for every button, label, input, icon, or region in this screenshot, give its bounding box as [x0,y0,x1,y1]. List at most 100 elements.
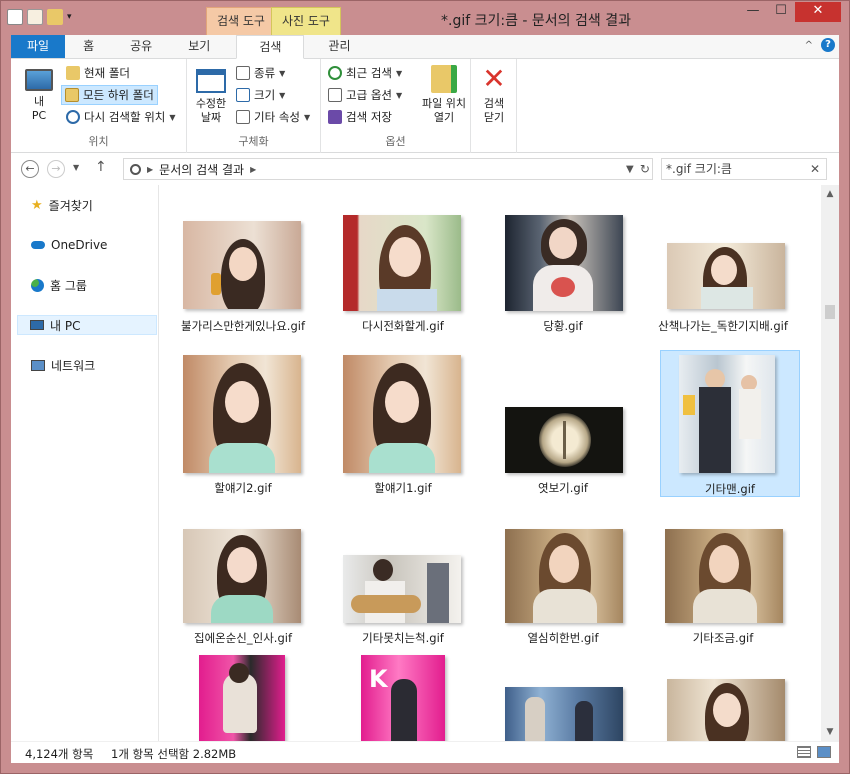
computer-icon [25,69,53,91]
close-search-icon: ✕ [482,62,506,95]
date-modified-button[interactable]: 수정한 날짜 [191,65,231,125]
explorer-window: ▾ 검색 도구 사진 도구 *.gif 크기:큼 - 문서의 검색 결과 — ☐… [0,0,850,774]
title-bar[interactable]: ▾ 검색 도구 사진 도구 *.gif 크기:큼 - 문서의 검색 결과 — ☐… [1,1,849,35]
thumbnail-image [505,687,623,741]
this-pc-button[interactable]: 내 PC [21,65,57,123]
context-tab-photo-tools: 사진 도구 [271,7,341,35]
address-bar[interactable]: ▶ 문서의 검색 결과 ▶ [123,158,653,180]
folder-open-icon [431,65,457,93]
tab-share[interactable]: 공유 [112,35,170,58]
recent-searches-button[interactable]: 최근 검색 ▼ [325,63,405,83]
qa-customize-icon[interactable]: ▾ [67,12,72,22]
group-label-refine: 구체화 [238,135,269,148]
nav-item-homegroup[interactable]: 홈 그룹 [19,275,157,295]
refresh-icon[interactable]: ↻ [640,162,650,176]
thumbnail-image: K [361,655,445,741]
advanced-options-button[interactable]: 고급 옵션 ▼ [325,85,405,105]
chevron-down-icon: ▼ [279,68,286,78]
tab-manage[interactable]: 관리 [304,35,374,58]
file-item[interactable]: 불가리스만한게있나요.gif [173,215,313,355]
address-dropdown-icon[interactable]: ▼ [626,164,634,175]
breadcrumb-separator-icon: ▶ [147,164,154,174]
close-button[interactable]: ✕ [795,2,841,22]
all-subfolders-button[interactable]: 모든 하위 폴더 [61,85,158,105]
file-item[interactable]: 엿보기.gif [493,355,633,495]
tab-search[interactable]: 검색 [236,35,305,59]
scroll-thumb[interactable] [825,305,835,319]
chevron-down-icon: ▼ [279,90,286,100]
current-folder-button[interactable]: 현재 폴더 [63,63,133,83]
file-item[interactable]: 다시전화할게.gif [333,215,473,355]
properties-icon[interactable] [27,9,43,25]
ribbon-right-controls: ^ ? [805,38,835,52]
file-item[interactable]: K [333,653,473,741]
file-item[interactable]: 당황.gif [493,215,633,355]
file-item[interactable]: 할얘기2.gif [173,355,313,495]
item-count: 4,124개 항목 [25,747,94,761]
recent-locations-icon[interactable]: ▼ [73,163,79,172]
file-item[interactable]: 열심히한번.gif [493,525,633,655]
nav-item-network[interactable]: 네트워크 [19,355,157,375]
other-properties-button[interactable]: 기타 속성 ▼ [233,107,313,127]
chevron-down-icon: ▼ [395,68,403,78]
file-item[interactable]: 기타못치는척.gif [333,525,473,655]
file-name: 기타맨.gif [705,482,755,496]
tab-view[interactable]: 보기 [170,35,228,58]
advanced-options-icon [328,88,342,102]
details-view-icon[interactable] [797,746,811,758]
size-button[interactable]: 크기 ▼ [233,85,288,105]
search-input[interactable]: *.gif 크기:큼 ✕ [661,158,827,180]
file-name: 열심히한번.gif [527,631,599,645]
file-item[interactable]: 집에온순신_인사.gif [173,525,313,655]
up-button[interactable]: ↑ [95,159,107,175]
clear-search-icon[interactable]: ✕ [810,159,820,179]
navigation-pane: ★ 즐겨찾기 OneDrive 홈 그룹 내 PC 네트워크 [11,185,159,741]
save-search-button[interactable]: 검색 저장 [325,107,395,127]
help-icon[interactable]: ? [821,38,835,52]
tab-file[interactable]: 파일 [11,35,66,58]
group-label-location: 위치 [88,135,109,148]
save-icon [328,110,342,124]
file-item[interactable]: 기타조금.gif [653,525,793,655]
nav-item-this-pc[interactable]: 내 PC [17,315,157,335]
chevron-down-icon: ▼ [395,90,403,100]
file-item[interactable] [173,653,313,741]
close-search-button[interactable]: ✕ 검색 닫기 [475,65,513,125]
subfolders-icon [65,88,79,102]
file-name: 집에온순신_인사.gif [193,631,292,645]
recent-searches-icon [328,66,342,80]
search-app-icon [7,9,23,25]
status-bar: 4,124개 항목 1개 항목 선택함 2.82MB [11,741,839,763]
search-again-in-button[interactable]: 다시 검색할 위치 ▼ [63,107,179,127]
file-item[interactable] [653,653,793,741]
ribbon-tabs: 파일 홈 공유 보기 검색 관리 ^ ? [11,35,839,59]
calendar-icon [196,69,226,93]
back-button[interactable]: ← [21,160,39,178]
breadcrumb[interactable]: 문서의 검색 결과 [159,161,244,178]
forward-button[interactable]: → [47,160,65,178]
scroll-up-icon[interactable]: ▲ [821,189,839,199]
file-item-selected[interactable]: 기타맨.gif [660,350,800,497]
size-icon [236,88,250,102]
open-file-location-button[interactable]: 파일 위치 열기 [417,65,471,125]
window-controls: — ☐ ✕ [739,2,841,22]
nav-item-favorites[interactable]: ★ 즐겨찾기 [19,195,157,215]
scroll-down-icon[interactable]: ▼ [821,727,839,737]
quick-access-toolbar: ▾ [7,9,72,25]
thumbnail-image [199,655,285,741]
large-icons-view-icon[interactable] [817,746,831,758]
tab-home[interactable]: 홈 [65,35,112,58]
vertical-scrollbar[interactable]: ▲ ▼ [821,185,839,741]
file-item[interactable]: 할얘기1.gif [333,355,473,495]
collapse-ribbon-icon[interactable]: ^ [805,40,813,51]
minimize-button[interactable]: — [739,2,767,22]
kind-button[interactable]: 종류 ▼ [233,63,288,83]
new-folder-icon[interactable] [47,9,63,25]
nav-item-onedrive[interactable]: OneDrive [19,235,157,255]
file-item[interactable] [493,653,633,741]
file-item[interactable]: 산책나가는_독한기지배.gif [653,215,793,355]
file-name: 불가리스만한게있나요.gif [181,319,305,333]
breadcrumb-chevron-icon[interactable]: ▶ [250,165,256,174]
maximize-button[interactable]: ☐ [767,2,795,22]
thumbnail-image [679,355,775,473]
